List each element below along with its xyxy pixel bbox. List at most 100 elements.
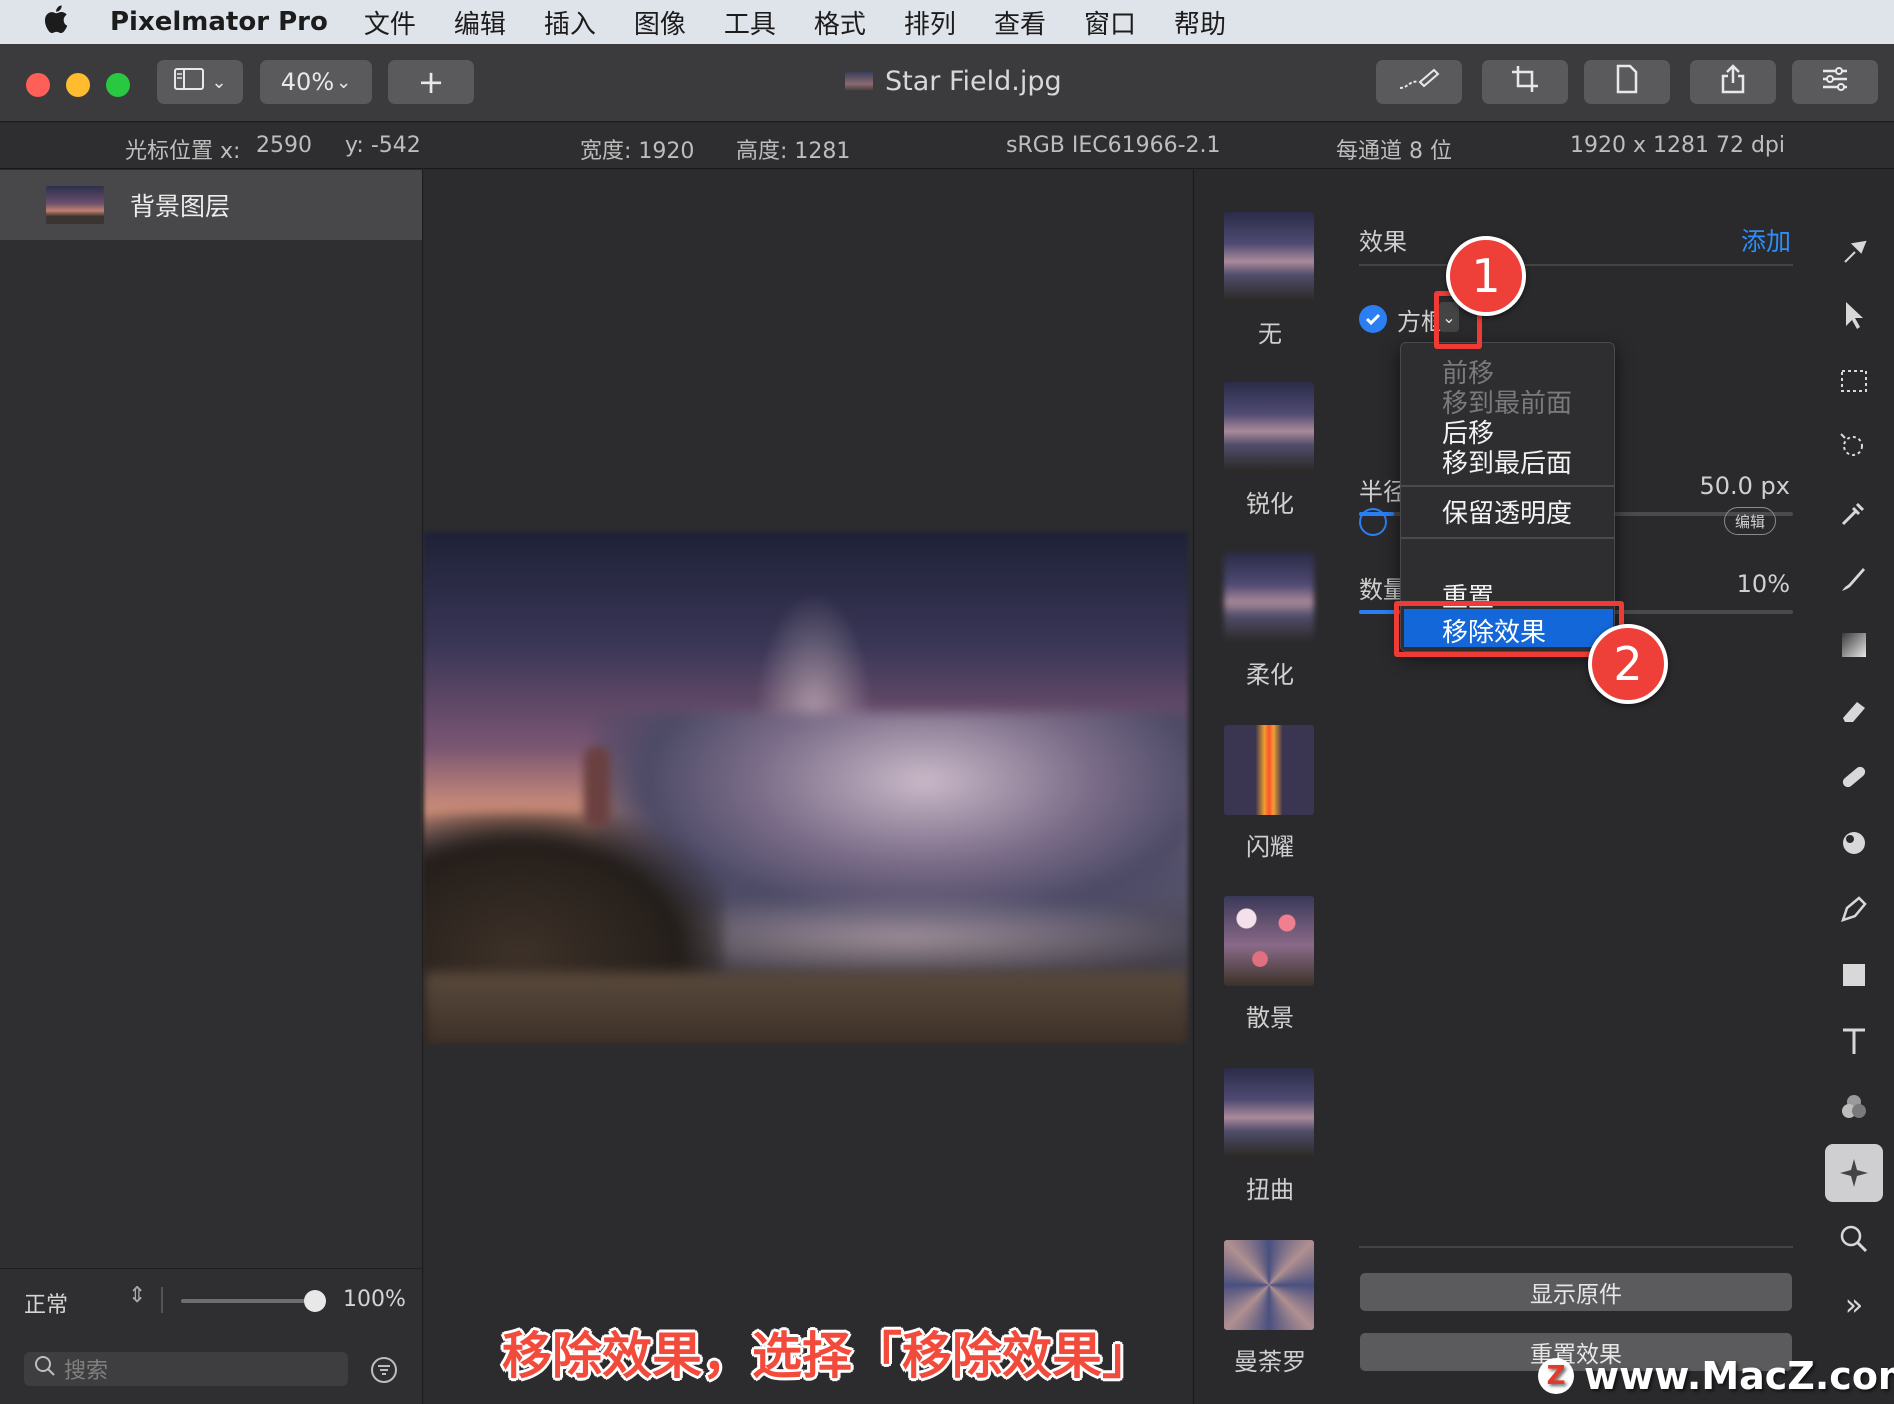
add-effect-button[interactable]: 添加 — [1741, 222, 1791, 258]
canvas-area[interactable] — [424, 170, 1192, 1404]
arrange-tool[interactable] — [1825, 222, 1883, 280]
type-tool[interactable] — [1825, 1012, 1883, 1070]
menu-insert[interactable]: 插入 — [544, 4, 596, 41]
info-bar: 光标位置 x: 2590 y: -542 宽度: 1920 高度: 1281 s… — [0, 123, 1894, 169]
preset-label: 锐化 — [1246, 490, 1294, 518]
preset-thumbnail — [1224, 1068, 1314, 1158]
menu-image[interactable]: 图像 — [634, 4, 686, 41]
color-circles-icon — [1842, 1095, 1866, 1118]
menu-window[interactable]: 窗口 — [1084, 4, 1136, 41]
zoom-tool[interactable] — [1825, 1210, 1883, 1268]
menu-help[interactable]: 帮助 — [1174, 4, 1226, 41]
retouch-tool[interactable] — [1825, 748, 1883, 806]
menu-tools[interactable]: 工具 — [724, 4, 776, 41]
brush-stroke-icon — [1394, 64, 1444, 100]
preset-distort[interactable]: 扭曲 — [1224, 1068, 1316, 1205]
image-dimensions: 1920 x 1281 72 dpi — [1570, 133, 1786, 158]
marquee-icon — [1841, 370, 1867, 392]
document-button[interactable] — [1584, 60, 1670, 104]
add-button[interactable]: + — [388, 60, 474, 104]
menu-view[interactable]: 查看 — [994, 4, 1046, 41]
updown-chevron-icon[interactable]: ⇕ — [128, 1283, 146, 1308]
sidebar-toggle-button[interactable]: ⌄ — [157, 60, 243, 104]
minimize-window-button[interactable] — [66, 73, 90, 97]
preset-mandala[interactable]: 曼荼罗 — [1224, 1240, 1316, 1377]
menu-file[interactable]: 文件 — [364, 4, 416, 41]
chevron-down-icon: ⌄ — [336, 71, 352, 93]
select-tool[interactable] — [1825, 286, 1883, 344]
eraser-icon — [1843, 702, 1865, 722]
adjustments-button[interactable] — [1792, 60, 1878, 104]
preset-none[interactable]: 无 — [1224, 212, 1316, 349]
crop-button[interactable] — [1482, 60, 1568, 104]
effects-title: 效果 — [1359, 228, 1407, 256]
color-adjust-tool[interactable] — [1825, 1078, 1883, 1136]
show-original-button[interactable]: 显示原件 — [1360, 1273, 1792, 1311]
zoom-dropdown[interactable]: 40% ⌄ — [260, 60, 372, 104]
preset-thumbnail — [1224, 725, 1314, 815]
menu-edit[interactable]: 编辑 — [454, 4, 506, 41]
edit-button[interactable]: 编辑 — [1724, 507, 1776, 535]
menu-arrange[interactable]: 排列 — [904, 4, 956, 41]
layer-row[interactable]: 背景图层 — [0, 170, 422, 240]
preset-sharpen[interactable]: 锐化 — [1224, 382, 1316, 519]
more-tools-icon[interactable]: » — [1825, 1276, 1883, 1334]
magic-wand-icon — [1840, 433, 1863, 456]
app-name-menu[interactable]: Pixelmator Pro — [110, 7, 328, 37]
menu-item-preserve-transparency[interactable]: 保留透明度 — [1442, 493, 1572, 530]
opacity-slider-knob[interactable] — [304, 1290, 326, 1312]
rectangle-select-tool[interactable] — [1825, 352, 1883, 410]
opacity-slider[interactable] — [181, 1290, 326, 1312]
opacity-value: 100% — [343, 1287, 406, 1312]
sliders-icon — [1820, 65, 1850, 99]
cursor-y-value: y: -542 — [345, 133, 421, 158]
preset-thumbnail — [1224, 382, 1314, 472]
effects-header: 效果 添加 — [1359, 222, 1793, 266]
sphere-distort-icon — [1843, 832, 1865, 854]
cursor-x-value: 2590 — [256, 133, 312, 158]
shape-tool[interactable] — [1825, 946, 1883, 1004]
apple-icon[interactable] — [0, 3, 110, 42]
preset-label: 无 — [1258, 320, 1282, 348]
blend-mode-select[interactable]: 正常 — [24, 1287, 68, 1319]
quick-selection-tool[interactable] — [1825, 418, 1883, 476]
menu-separator — [1401, 537, 1614, 539]
document-title: Star Field.jpg — [845, 66, 1062, 97]
effects-star-icon — [1840, 1159, 1868, 1187]
blurred-photo[interactable] — [424, 532, 1188, 1043]
markup-button[interactable] — [1376, 60, 1462, 104]
preset-glow[interactable]: 闪耀 — [1224, 725, 1316, 862]
preset-label: 曼荼罗 — [1234, 1348, 1306, 1376]
crop-icon — [1510, 64, 1540, 100]
share-button[interactable] — [1690, 60, 1776, 104]
filter-icon[interactable] — [370, 1356, 398, 1388]
document-filename: Star Field.jpg — [885, 66, 1062, 97]
erase-tool[interactable] — [1825, 682, 1883, 740]
paintbrush-icon — [1842, 568, 1865, 591]
preset-label: 散景 — [1246, 1004, 1294, 1032]
preset-soften[interactable]: 柔化 — [1224, 553, 1316, 690]
effect2-enabled-checkbox[interactable] — [1359, 508, 1387, 536]
radius-value: 50.0 px — [1699, 472, 1790, 500]
pen-tool[interactable] — [1825, 880, 1883, 938]
close-window-button[interactable] — [26, 73, 50, 97]
color-profile: sRGB IEC61966-2.1 — [1006, 133, 1221, 158]
layers-panel: 背景图层 正常 ⇕ 100% 搜索 — [0, 170, 423, 1404]
menu-item-send-to-back[interactable]: 移到最后面 — [1442, 443, 1572, 480]
zoom-window-button[interactable] — [106, 73, 130, 97]
preset-label: 柔化 — [1246, 661, 1294, 689]
blend-controls: 正常 ⇕ 100% — [0, 1268, 422, 1328]
effects-tool[interactable] — [1825, 1144, 1883, 1202]
menu-format[interactable]: 格式 — [814, 4, 866, 41]
preset-thumbnail — [1224, 1240, 1314, 1330]
color-picker-tool[interactable] — [1825, 484, 1883, 542]
paint-tool[interactable] — [1825, 550, 1883, 608]
effect-enabled-checkbox[interactable] — [1359, 305, 1387, 333]
preset-bokeh[interactable]: 散景 — [1224, 896, 1316, 1033]
gradient-tool[interactable] — [1825, 616, 1883, 674]
layer-search-field[interactable]: 搜索 — [24, 1352, 348, 1386]
gradient-icon — [1842, 633, 1866, 657]
image-width: 宽度: 1920 — [580, 139, 695, 164]
layer-thumbnail — [46, 186, 104, 224]
distort-tool[interactable] — [1825, 814, 1883, 872]
